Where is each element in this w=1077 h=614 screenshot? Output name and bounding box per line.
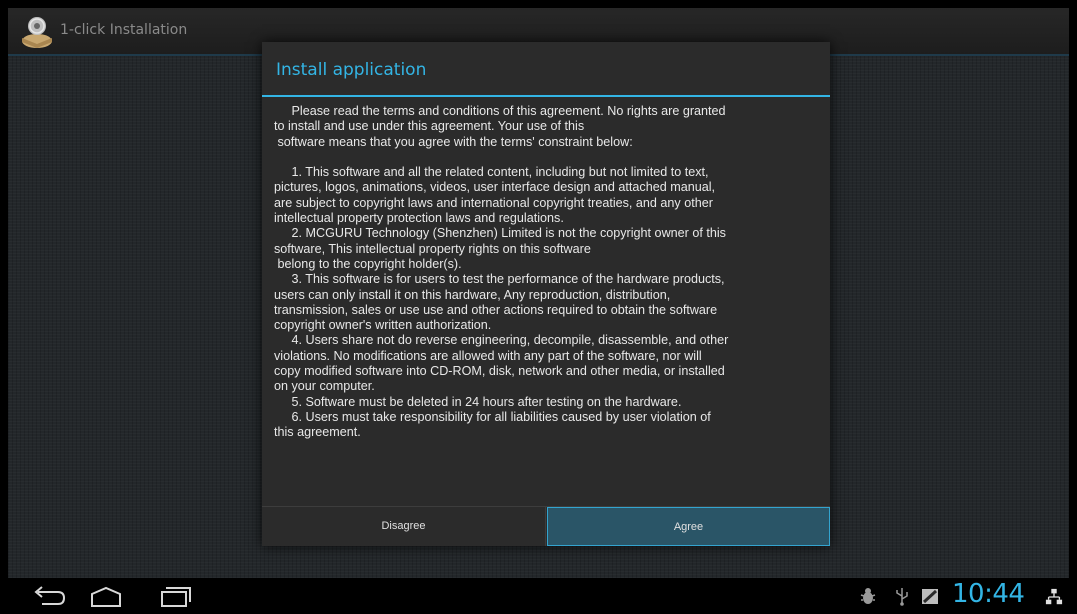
disagree-button[interactable]: Disagree [262,507,546,546]
app-installer-icon [22,17,52,48]
install-dialog: Install application Please read the term… [262,42,830,546]
usb-icon [896,588,908,606]
dialog-button-bar: Disagree Agree [262,506,830,546]
recents-icon[interactable] [154,584,194,610]
agree-button[interactable]: Agree [547,507,830,546]
app-title: 1-click Installation [60,22,188,38]
system-bar: 10:44 [0,578,1077,614]
license-agreement-text[interactable]: Please read the terms and conditions of … [274,104,822,502]
notification-icon[interactable] [920,586,940,606]
dialog-title-divider [262,95,830,97]
home-icon[interactable] [86,584,126,610]
android-screen: 1-click Installation Install application… [0,0,1077,614]
back-icon[interactable] [28,584,68,610]
clock[interactable]: 10:44 [952,579,1025,609]
usb-debugging-icon [860,588,876,604]
dialog-title: Install application [276,60,427,80]
network-icon [1045,588,1063,605]
